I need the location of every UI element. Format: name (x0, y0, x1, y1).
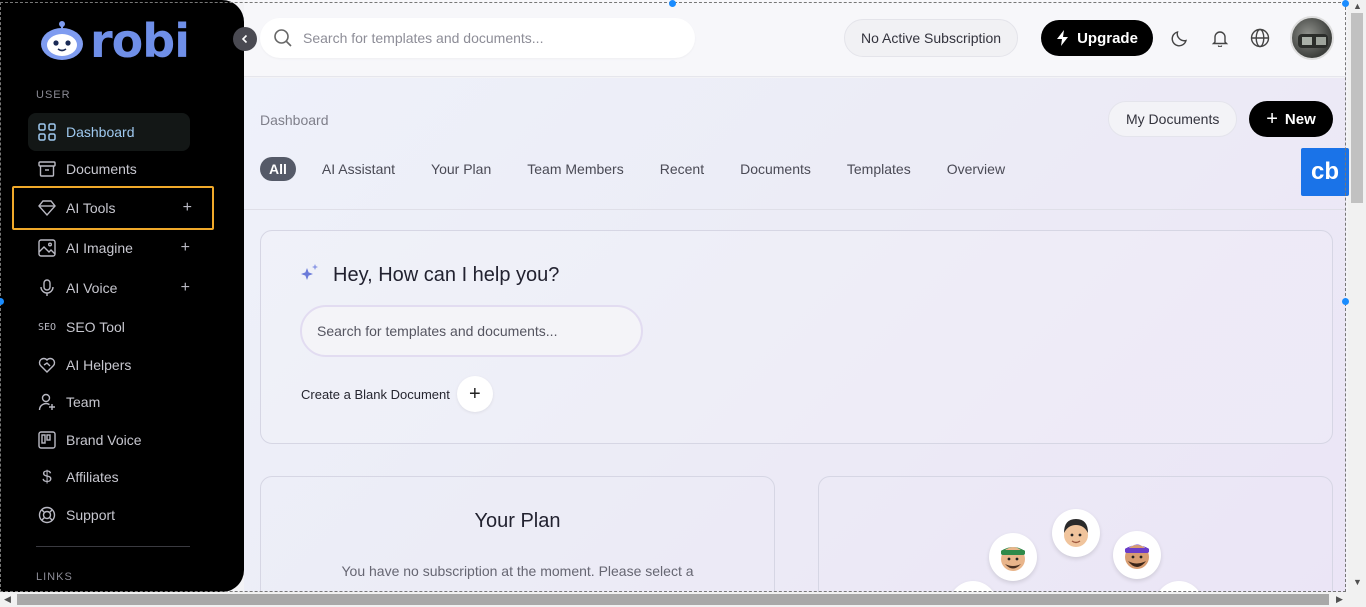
sidebar-item-ai-tools[interactable]: AI Tools + (12, 186, 214, 230)
scroll-up-arrow-icon[interactable]: ▲ (1353, 1, 1362, 11)
globe-icon[interactable] (1250, 28, 1270, 48)
tab-your-plan[interactable]: Your Plan (431, 157, 491, 181)
microphone-icon (37, 278, 57, 298)
section-label-links: LINKS (36, 571, 73, 583)
sidebar-divider (36, 546, 190, 547)
team-avatar (1113, 531, 1161, 579)
sidebar-item-seo-tool[interactable]: SEO SEO Tool (28, 308, 190, 346)
sidebar-item-brand-voice[interactable]: Brand Voice (28, 421, 190, 459)
sidebar-item-label: Affiliates (66, 469, 119, 485)
brand-logo[interactable]: robi (38, 14, 190, 68)
scroll-right-arrow-icon[interactable]: ▶ (1336, 594, 1343, 605)
dashboard-tabs: All AI Assistant Your Plan Team Members … (260, 157, 1041, 181)
breadcrumb: Dashboard (260, 112, 329, 128)
cb-extension-badge[interactable]: cb (1301, 148, 1349, 196)
subscription-status-button[interactable]: No Active Subscription (844, 19, 1019, 57)
team-avatar (989, 533, 1037, 581)
section-label-user: USER (36, 89, 71, 101)
plus-icon: + (1266, 107, 1278, 130)
sidebar-item-label: AI Helpers (66, 357, 132, 373)
global-search (260, 18, 695, 58)
seo-icon: SEO (37, 321, 57, 333)
diamond-icon (37, 198, 57, 218)
sparkle-icon (301, 264, 318, 280)
help-search-input[interactable] (317, 323, 617, 339)
help-card: Hey, How can I help you? Create a Blank … (260, 230, 1333, 444)
vertical-scroll-thumb[interactable] (1351, 13, 1363, 203)
sidebar-item-label: Documents (66, 161, 137, 177)
expand-plus-icon[interactable]: + (183, 198, 192, 218)
resize-handle[interactable] (1342, 298, 1349, 305)
my-documents-button[interactable]: My Documents (1108, 101, 1238, 137)
sidebar-collapse-button[interactable] (233, 27, 257, 51)
tab-templates[interactable]: Templates (847, 157, 911, 181)
plan-title: Your Plan (474, 510, 561, 532)
image-icon (37, 238, 57, 258)
blank-document-label: Create a Blank Document (301, 386, 450, 402)
tab-all[interactable]: All (260, 157, 296, 181)
sidebar: robi USER Dashboard Documents AI Tools +… (0, 0, 244, 592)
sidebar-item-label: AI Tools (66, 200, 116, 216)
help-title: Hey, How can I help you? (333, 264, 560, 286)
sidebar-item-ai-imagine[interactable]: AI Imagine + (28, 229, 190, 267)
team-card (818, 476, 1333, 606)
sidebar-item-label: Dashboard (66, 124, 135, 140)
archive-icon (37, 159, 57, 179)
search-input[interactable] (303, 30, 683, 46)
dollar-icon: $ (42, 467, 52, 486)
bell-icon[interactable] (1210, 28, 1230, 48)
sidebar-item-label: AI Imagine (66, 240, 133, 256)
scroll-down-arrow-icon[interactable]: ▼ (1353, 577, 1362, 587)
user-avatar[interactable] (1290, 16, 1334, 60)
moon-icon[interactable] (1170, 28, 1190, 48)
brand-icon (37, 430, 57, 450)
sidebar-item-team[interactable]: Team (28, 383, 190, 421)
sidebar-item-label: Brand Voice (66, 432, 142, 448)
tab-recent[interactable]: Recent (660, 157, 704, 181)
heart-handshake-icon (37, 355, 57, 375)
chevron-left-icon (241, 34, 248, 44)
lifebuoy-icon (37, 505, 57, 525)
create-blank-document[interactable]: Create a Blank Document + (301, 376, 493, 412)
plus-icon[interactable]: + (456, 376, 493, 412)
new-button[interactable]: + New (1249, 101, 1333, 137)
tab-team-members[interactable]: Team Members (527, 157, 623, 181)
tab-documents[interactable]: Documents (740, 157, 811, 181)
sidebar-item-label: AI Voice (66, 280, 118, 296)
resize-handle[interactable] (669, 0, 676, 7)
plan-card: Your Plan You have no subscription at th… (260, 476, 775, 606)
main-content: Dashboard My Documents + New All AI Assi… (244, 78, 1349, 606)
tab-ai-assistant[interactable]: AI Assistant (322, 157, 395, 181)
sidebar-item-documents[interactable]: Documents (28, 150, 190, 188)
horizontal-scroll-thumb[interactable] (17, 594, 1329, 605)
sidebar-item-ai-helpers[interactable]: AI Helpers (28, 346, 190, 384)
sidebar-item-label: Support (66, 507, 116, 523)
team-avatar (1052, 509, 1100, 557)
sidebar-item-label: SEO Tool (66, 319, 125, 335)
robot-logo-icon (38, 20, 88, 62)
user-plus-icon (37, 392, 57, 412)
plan-text: You have no subscription at the moment. … (341, 563, 694, 579)
sidebar-item-label: Team (66, 394, 101, 410)
expand-plus-icon[interactable]: + (181, 278, 190, 298)
sidebar-item-support[interactable]: Support (28, 496, 190, 534)
new-label: New (1284, 110, 1316, 128)
search-icon (274, 29, 292, 47)
sidebar-item-dashboard[interactable]: Dashboard (28, 113, 190, 151)
sidebar-item-affiliates[interactable]: $ Affiliates (28, 458, 190, 496)
scroll-left-arrow-icon[interactable]: ◀ (4, 594, 11, 605)
tabs-divider (244, 209, 1346, 210)
lightning-icon (1057, 30, 1069, 46)
grid-icon (37, 122, 57, 142)
sidebar-item-ai-voice[interactable]: AI Voice + (28, 269, 190, 307)
topbar: No Active Subscription Upgrade (244, 0, 1346, 77)
resize-handle[interactable] (1342, 0, 1349, 7)
help-search (300, 305, 643, 357)
upgrade-label: Upgrade (1077, 29, 1138, 47)
tab-overview[interactable]: Overview (947, 157, 1005, 181)
upgrade-button[interactable]: Upgrade (1041, 20, 1153, 56)
expand-plus-icon[interactable]: + (181, 238, 190, 258)
brand-name: robi (90, 14, 190, 68)
